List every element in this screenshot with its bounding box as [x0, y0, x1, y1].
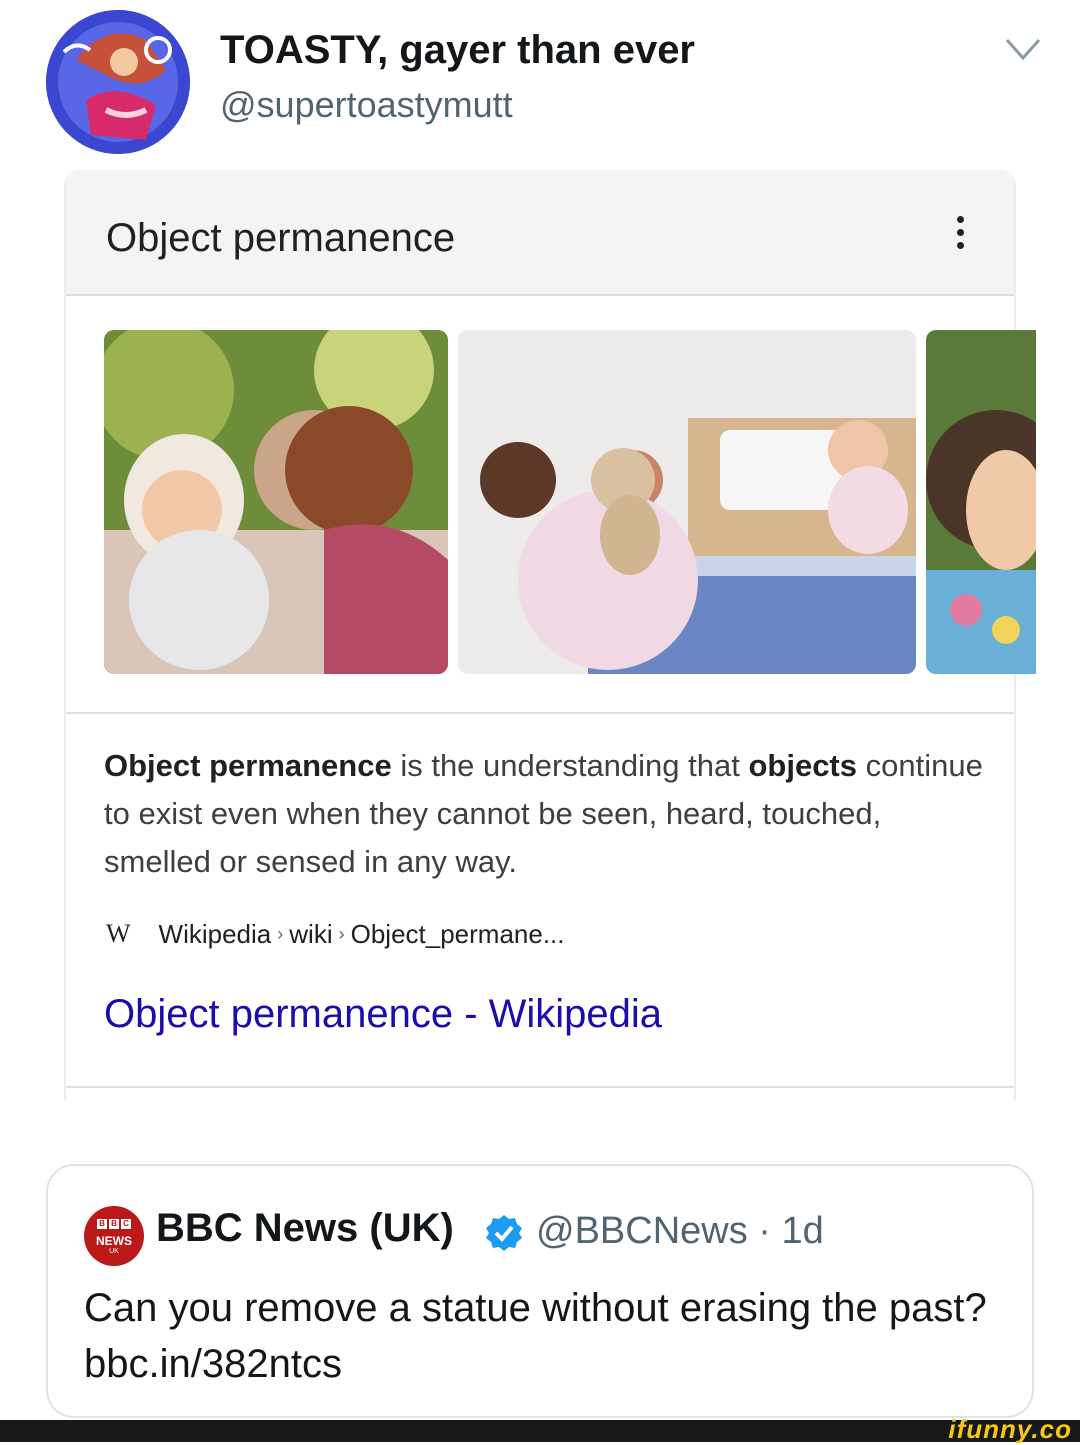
- bbc-news-logo: BBC NEWS UK: [84, 1206, 144, 1266]
- child-covering-face-photo[interactable]: [926, 330, 1036, 674]
- chevron-right-icon: ›: [277, 923, 284, 944]
- card-title: Object permanence: [106, 216, 456, 260]
- bbc-b2: B: [109, 1219, 119, 1229]
- more-options-icon[interactable]: [952, 216, 968, 254]
- term-bold: Object permanence: [104, 748, 392, 783]
- bbc-b1: B: [97, 1219, 107, 1229]
- quoted-tweet-text: Can you remove a statue without erasing …: [84, 1286, 987, 1386]
- divider: [66, 1086, 1014, 1088]
- bbc-c: C: [121, 1219, 131, 1229]
- crumb-wikipedia: Wikipedia: [158, 918, 272, 949]
- desc-part1: is the understanding that: [391, 748, 749, 783]
- quoted-tweet[interactable]: BBC NEWS UK BBC News (UK) @BBCNews · 1d …: [46, 1164, 1034, 1418]
- logo-uk: UK: [109, 1248, 119, 1255]
- display-name[interactable]: TOASTY, gayer than ever: [220, 28, 695, 73]
- quoted-handle-time[interactable]: @BBCNews · 1d: [536, 1210, 824, 1253]
- quoted-display-name[interactable]: BBC News (UK): [156, 1206, 454, 1251]
- crumb-page: Object_permane...: [350, 918, 565, 949]
- chevron-down-icon[interactable]: [1003, 34, 1043, 64]
- logo-news: NEWS: [96, 1234, 132, 1248]
- watermark-bar: ifunny.co: [0, 1414, 1080, 1444]
- objects-bold: objects: [748, 748, 857, 783]
- user-handle[interactable]: @supertoastymutt: [220, 84, 513, 126]
- divider: [66, 712, 1014, 714]
- chevron-right-icon: ›: [338, 923, 345, 944]
- search-result-card: Object permanence Object permanence is t…: [64, 170, 1036, 1100]
- wikipedia-icon: W: [106, 919, 131, 948]
- card-header: Object permanence: [66, 170, 1014, 296]
- description-text: Object permanence is the understanding t…: [104, 742, 984, 886]
- crumb-wiki: wiki: [289, 918, 333, 949]
- wikipedia-link[interactable]: Object permanence - Wikipedia: [104, 992, 662, 1037]
- mother-peekaboo-baby-photo[interactable]: [104, 330, 448, 674]
- verified-badge-icon: [486, 1215, 522, 1251]
- source-breadcrumb[interactable]: W Wikipedia › wiki › Object_permane...: [106, 916, 565, 952]
- avatar[interactable]: [46, 10, 190, 154]
- ifunny-watermark: ifunny.co: [948, 1414, 1072, 1444]
- woman-teddy-bear-baby-photo[interactable]: [458, 330, 916, 674]
